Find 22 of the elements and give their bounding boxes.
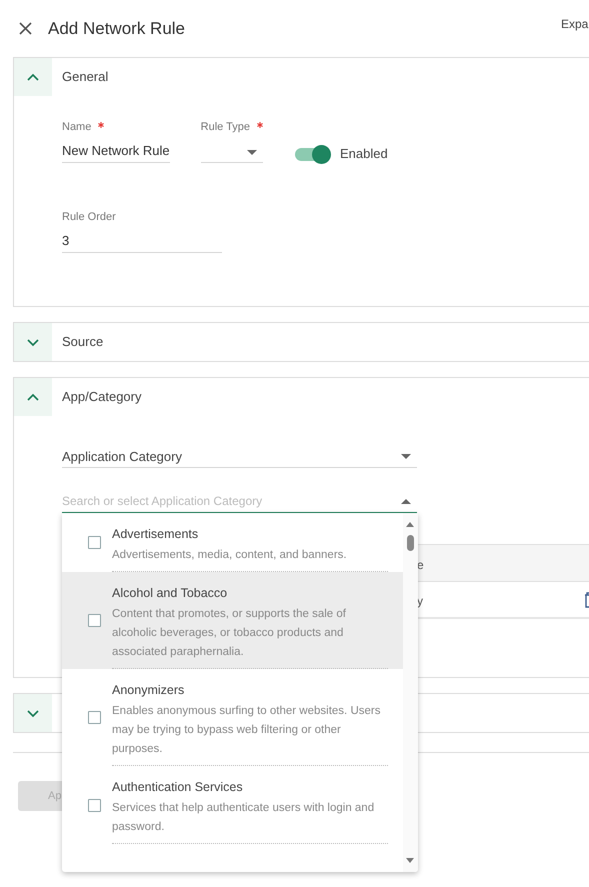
category-select[interactable]: Application Category <box>62 446 417 468</box>
option-description: Enables anonymous surfing to other websites. Users may be trying to bypass web filtering or other purposes. <box>112 704 382 757</box>
field-label: Rule Order <box>62 210 117 224</box>
option-title: Alcohol and Tobacco <box>112 585 228 602</box>
option-description: Content that promotes, or supports the sale of alcoholic beverages, or tobacco products and associated paraphernalia. <box>112 607 347 660</box>
option-title: Advertisements <box>112 526 200 543</box>
option-description: Services that help authenticate users with login and password. <box>112 801 376 835</box>
rule-order-input[interactable]: 3 <box>62 232 222 253</box>
dropdown-option[interactable]: Alcohol and Tobacco Content that promotes, or supports the sale of alcoholic beverages, or tobacco products and associated paraphernalia. <box>62 572 403 669</box>
dropdown-option[interactable]: Advertisements Advertisements, media, content, and banners. <box>62 513 403 572</box>
field-label: Rule Type <box>200 120 250 134</box>
toggle-label: Enabled <box>340 145 388 164</box>
section-title[interactable]: Source <box>62 332 104 352</box>
expand-link[interactable]: Expa <box>561 15 588 33</box>
option-title: Authentication Services <box>112 779 244 796</box>
field-label: Name <box>62 120 92 134</box>
name-input[interactable]: New Network Rule <box>62 142 170 163</box>
option-description: Advertisements, media, content, and banners. <box>112 548 348 563</box>
window-title: Add Network Rule <box>48 18 186 40</box>
section-title[interactable]: App/Category <box>62 387 142 407</box>
section-title[interactable]: General <box>62 67 108 87</box>
option-title: Anonymizers <box>112 682 186 699</box>
